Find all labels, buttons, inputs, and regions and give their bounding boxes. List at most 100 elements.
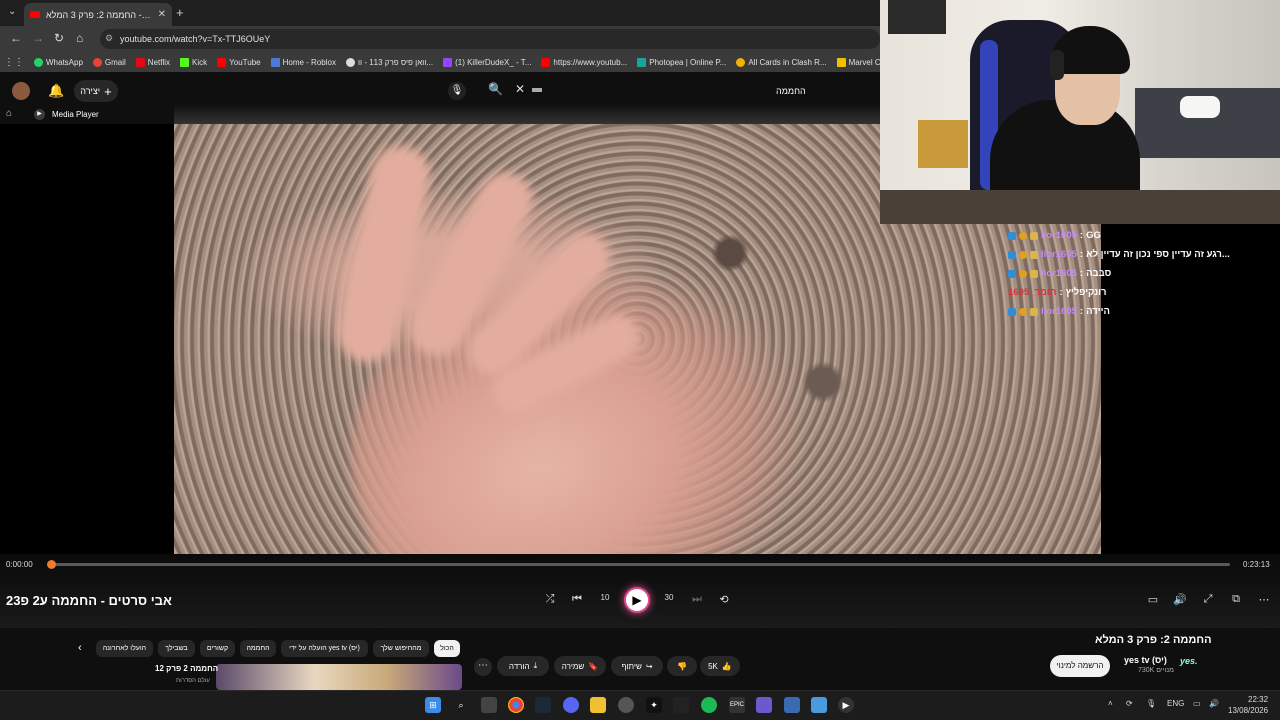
mic-icon[interactable]: 🎙 [1146, 699, 1156, 708]
search-icon[interactable]: 🔍 [488, 82, 503, 96]
notifications-bell-icon[interactable]: 🔔 [48, 83, 64, 99]
channel-logo[interactable]: yes. [1180, 656, 1204, 672]
home-icon[interactable]: ⌂ [6, 108, 12, 119]
cam-window [888, 0, 946, 34]
related-thumbnail[interactable] [216, 664, 462, 690]
app-icon[interactable] [784, 697, 800, 713]
task-view-icon[interactable] [481, 697, 497, 713]
badge-icon [1019, 250, 1027, 259]
steam-icon[interactable] [535, 697, 551, 713]
obs-icon[interactable] [618, 697, 634, 713]
tray-app-icon[interactable]: ⟳ [1126, 699, 1133, 708]
voice-search-icon[interactable]: 🎙 [448, 82, 466, 100]
bookmark-clash[interactable]: All Cards in Clash R... [736, 57, 827, 67]
clash-icon [736, 57, 746, 67]
spotify-icon[interactable] [701, 697, 717, 713]
subscribe-button[interactable]: הרשמה למינוי [1050, 655, 1110, 677]
app-icon[interactable] [811, 697, 827, 713]
youtube-header [0, 72, 880, 108]
more-actions-icon[interactable]: ⋯ [474, 658, 492, 676]
bookmark-youtube-link[interactable]: https://www.youtub... [541, 57, 627, 67]
cam-box [918, 120, 968, 168]
clock[interactable]: 22:32 13/08/2026 [1228, 694, 1268, 716]
epic-games-icon[interactable]: EPIC [729, 697, 745, 713]
chip-hachamama[interactable]: החממה [240, 640, 276, 657]
save-button[interactable]: שמירה 🔖 [554, 656, 606, 676]
volume-icon[interactable]: 🔊 [1209, 699, 1219, 708]
chip-uploaded-by[interactable]: הועלה על ידי yes tv (יס) [281, 640, 368, 657]
chip-related[interactable]: קשורים [200, 640, 235, 657]
browser-tab[interactable]: החממה 2: פרק 3 המלא - Tube ✕ [24, 3, 172, 26]
back-button[interactable]: ← [10, 31, 22, 45]
windows-start-icon[interactable]: ⊞ [425, 697, 441, 713]
forward-button[interactable]: → [32, 31, 44, 45]
network-icon[interactable]: ▭ [1193, 699, 1201, 708]
bookmark-netflix[interactable]: Netflix [135, 57, 170, 67]
bookmark-roblox[interactable]: Home - Roblox [270, 57, 336, 67]
address-bar[interactable]: youtube.com/watch?v=Tx-TTJ6OUeY [100, 29, 880, 49]
bookmark-photopea[interactable]: Photopea | Online P... [637, 57, 726, 67]
rewind-10-icon[interactable]: 10 [597, 593, 613, 602]
save-label: שמירה [561, 661, 585, 671]
download-button[interactable]: הורדה ⤓ [497, 656, 549, 676]
app-icon[interactable] [756, 697, 772, 713]
tray-overflow-icon[interactable]: ˄ [1108, 699, 1113, 708]
play-button[interactable]: ▶ [624, 587, 650, 613]
tab-search-icon[interactable]: ⌄ [8, 6, 16, 17]
bookmark-twitch[interactable]: (1) KillerDudeX_ - T... [443, 57, 531, 67]
bookmark-gmail[interactable]: Gmail [92, 57, 126, 67]
file-explorer-icon[interactable] [590, 697, 606, 713]
epic-icon[interactable]: ✦ [646, 697, 662, 713]
like-button[interactable]: 5K 👍 [700, 656, 740, 676]
share-button[interactable]: שיתוף ↪ [611, 656, 663, 676]
seek-bar[interactable] [50, 563, 1230, 566]
related-title[interactable]: החממה 2 פרק 12 [155, 664, 218, 673]
media-player-icon[interactable]: ▶ [838, 697, 854, 713]
create-button[interactable]: יצירה + [74, 80, 118, 102]
next-icon[interactable]: ⏭ [689, 593, 705, 606]
discord-icon[interactable] [563, 697, 579, 713]
video-top-fade [174, 104, 880, 124]
dislike-button[interactable]: 👎 [667, 656, 697, 676]
repeat-icon[interactable]: ⟲ [716, 593, 732, 606]
chrome-icon[interactable] [508, 697, 524, 713]
bookmark-onepiece[interactable]: וואן פיס פרק 113 - וו... [345, 57, 433, 67]
share-icon: ↪ [645, 661, 653, 671]
forward-30-icon[interactable]: 30 [661, 593, 677, 602]
subtitles-icon[interactable]: ▭ [1145, 593, 1161, 606]
apps-icon[interactable]: ⋮⋮ [4, 57, 24, 68]
miniplayer-icon[interactable]: ⧉ [1228, 593, 1244, 606]
whatsapp-icon [34, 57, 43, 67]
more-options-icon[interactable]: ⋯ [1256, 593, 1272, 606]
new-tab-button[interactable]: + [176, 5, 184, 20]
clear-search-icon[interactable]: ✕ [515, 82, 525, 96]
youtube-icon [217, 57, 227, 67]
search-input[interactable] [532, 88, 542, 92]
chevron-left-icon[interactable]: ‹ [78, 642, 82, 654]
app-icon[interactable] [673, 697, 689, 713]
site-info-icon[interactable]: ⚙ [105, 33, 113, 44]
home-button[interactable]: ⌂ [76, 31, 83, 45]
chip-from-search[interactable]: מהחיפוש שלך [373, 640, 429, 657]
chat-user: lior1605 [1041, 268, 1077, 279]
channel-name[interactable]: yes tv (יס) [1124, 655, 1167, 665]
fullscreen-icon[interactable]: ⤢ [1200, 593, 1216, 606]
chip-all[interactable]: הכול [434, 640, 460, 657]
close-tab-icon[interactable]: ✕ [158, 9, 166, 20]
volume-icon[interactable]: 🔊 [1172, 593, 1188, 606]
bookmark-youtube[interactable]: YouTube [217, 57, 261, 67]
avatar[interactable] [12, 82, 30, 100]
search-icon[interactable]: ⌕ [453, 697, 469, 713]
previous-icon[interactable]: ⏮ [569, 593, 585, 606]
reload-button[interactable]: ↻ [54, 31, 64, 45]
chat-user: lior1605 [1041, 306, 1077, 317]
bookmark-whatsapp[interactable]: WhatsApp [34, 57, 83, 67]
badge-icon [1030, 231, 1038, 240]
chip-recent[interactable]: הועלו לאחרונה [96, 640, 153, 657]
badge-icon [1019, 269, 1027, 278]
chip-for-you[interactable]: בשבילך [158, 640, 195, 657]
seek-thumb[interactable] [47, 560, 56, 569]
language-indicator[interactable]: ENG [1167, 699, 1184, 708]
shuffle-icon[interactable]: ⤮ [542, 593, 558, 606]
bookmark-kick[interactable]: Kick [180, 57, 207, 67]
